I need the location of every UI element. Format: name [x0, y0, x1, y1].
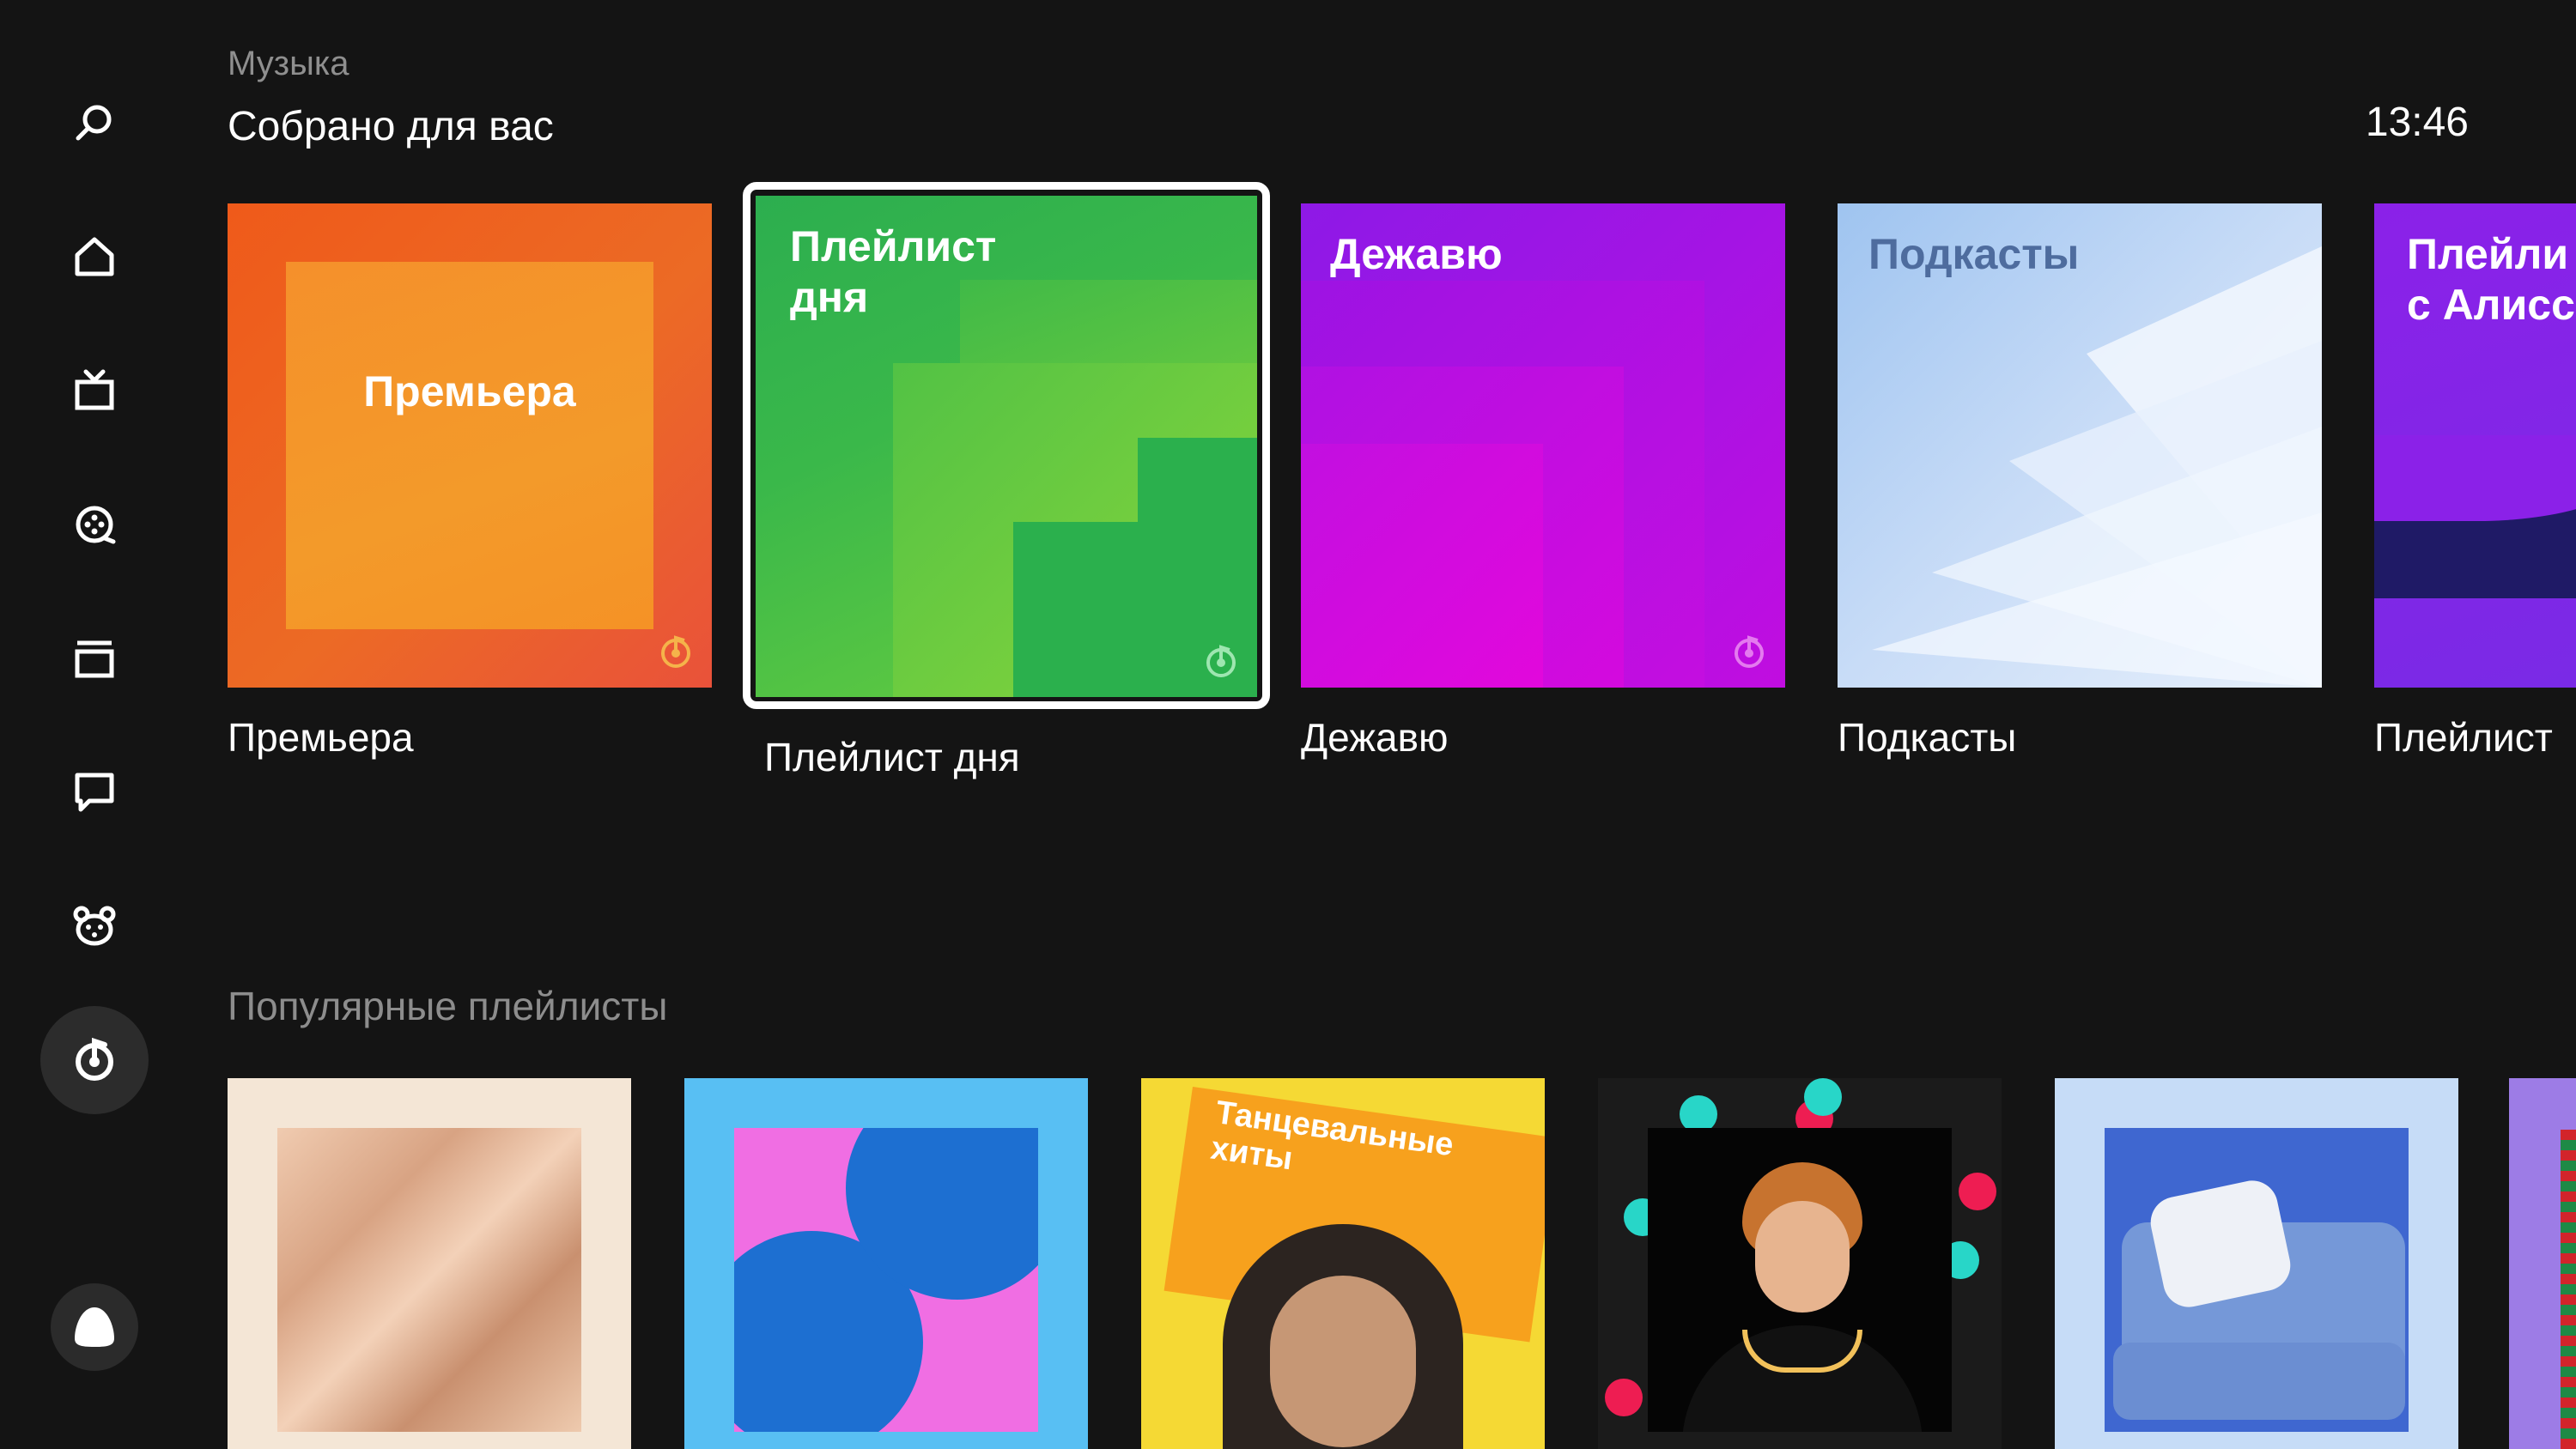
- popular-card-dance-hits[interactable]: Танцевальные хиты: [1141, 1078, 1545, 1449]
- music-icon: [76, 1037, 113, 1081]
- featured-caption: Подкасты: [1838, 715, 2017, 760]
- clock: 13:46: [2365, 100, 2469, 145]
- alice-button[interactable]: [51, 1283, 138, 1371]
- home-icon: [75, 237, 114, 276]
- music-badge-icon: [2267, 633, 2322, 688]
- collection-icon: [75, 640, 114, 678]
- cover-premiere: Премьера: [228, 203, 712, 688]
- cover-daily-playlist: Плейлист дня: [756, 196, 1257, 697]
- cover-title: Премьера: [363, 367, 576, 415]
- sidebar-item-chat[interactable]: [40, 738, 149, 846]
- section-label: Музыка: [228, 45, 349, 82]
- popular-card-sofa[interactable]: [2055, 1078, 2458, 1449]
- music-badge-icon: [661, 635, 690, 668]
- sidebar-item-music[interactable]: [40, 1006, 149, 1114]
- music-screen: Музыка Собрано для вас 13:46 Премьера Пр…: [0, 0, 2576, 1449]
- sidebar-item-collections[interactable]: [40, 604, 149, 712]
- popular-card-silk[interactable]: [228, 1078, 631, 1449]
- cover-title: Подкасты: [1868, 230, 2080, 278]
- cover-dejavu: Дежавю: [1301, 203, 1785, 688]
- featured-caption: Плейлист дня: [764, 735, 1020, 779]
- alice-icon: [75, 1307, 114, 1347]
- sidebar: [0, 0, 189, 1449]
- cover-alice-playlist: Плейли с Алисс: [2374, 203, 2576, 688]
- sidebar-item-home[interactable]: [40, 203, 149, 311]
- cover-podcasts: Подкасты: [1838, 203, 2322, 688]
- sidebar-item-kids[interactable]: [40, 872, 149, 980]
- sidebar-item-films[interactable]: [40, 470, 149, 579]
- sidebar-item-tv[interactable]: [40, 336, 149, 445]
- featured-caption: Плейлист: [2374, 715, 2553, 760]
- music-badge-icon: [1206, 645, 1236, 677]
- popular-card-artist[interactable]: [1598, 1078, 2002, 1449]
- cover-title: Плейли с Алисс: [2407, 230, 2575, 329]
- featured-caption: Дежавю: [1301, 715, 1449, 760]
- search-icon: [76, 105, 112, 141]
- featured-caption: Премьера: [228, 715, 414, 760]
- bear-icon: [73, 906, 116, 946]
- film-reel-icon: [76, 506, 116, 544]
- tv-icon: [75, 369, 114, 410]
- sidebar-item-search[interactable]: [40, 69, 149, 177]
- cover-title: Плейлист дня: [790, 222, 997, 321]
- music-badge-icon: [1735, 635, 1764, 668]
- page-title: Собрано для вас: [228, 104, 554, 149]
- row-title-popular: Популярные плейлисты: [228, 984, 668, 1028]
- popular-card-disco[interactable]: [684, 1078, 1088, 1449]
- chat-icon: [75, 773, 114, 812]
- popular-card-partial[interactable]: [2509, 1078, 2576, 1449]
- cover-title: Дежавю: [1330, 230, 1503, 278]
